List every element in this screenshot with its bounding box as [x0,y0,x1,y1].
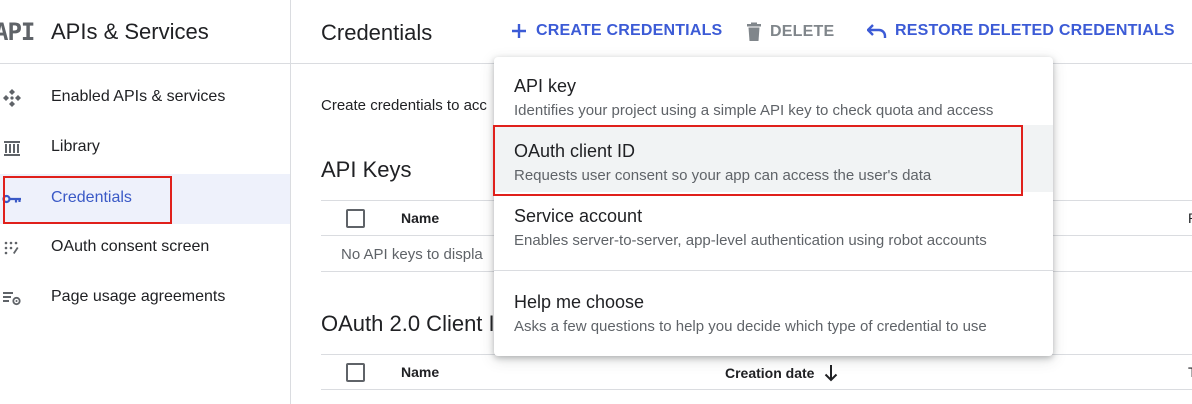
trash-icon [747,22,761,41]
create-credentials-menu: API key Identifies your project using a … [494,57,1053,356]
sidebar-item-enabled-apis[interactable]: Enabled APIs & services [0,73,290,123]
menu-item-description: Enables server-to-server, app-level auth… [514,232,987,249]
select-all-checkbox[interactable] [346,209,365,228]
sidebar-title: APIs & Services [51,19,209,44]
menu-item-service-account[interactable]: Service account Enables server-to-server… [494,192,1053,270]
create-credentials-label: CREATE CREDENTIALS [536,22,723,39]
consent-icon [4,241,19,255]
sidebar-item-oauth-consent[interactable]: OAuth consent screen [0,223,290,273]
restore-deleted-label: RESTORE DELETED CREDENTIALS [895,22,1175,39]
plus-icon [512,24,526,38]
menu-item-description: Asks a few questions to help you decide … [514,318,987,335]
sidebar-item-label: Page usage agreements [51,288,226,305]
column-creation-date[interactable]: Creation date [725,364,838,382]
menu-item-title: Service account [514,206,643,226]
menu-item-title: Help me choose [514,292,645,312]
highlight-box-credentials [3,176,172,224]
sidebar-item-label: Library [51,138,100,155]
create-credentials-button[interactable]: CREATE CREDENTIALS [510,22,722,40]
sidebar-item-library[interactable]: Library [0,123,290,173]
column-type[interactable]: T [1188,364,1192,380]
menu-item-help-me-choose[interactable]: Help me choose Asks a few questions to h… [494,271,1053,356]
sidebar-item-label: Enabled APIs & services [51,88,226,105]
library-icon [4,141,20,156]
restore-deleted-button[interactable]: RESTORE DELETED CREDENTIALS [867,22,1175,40]
intro-text: Create credentials to acc [321,97,487,114]
column-restrictions[interactable]: R [1188,210,1192,226]
sidebar-item-label: OAuth consent screen [51,238,210,255]
oauth-table-header: Name Creation date T [321,354,1192,390]
page-title: Credentials [321,20,433,45]
enabled-apis-icon [3,89,21,107]
sidebar-header: API APIs & Services [0,0,290,64]
menu-item-description: Identifies your project using a simple A… [514,102,994,119]
sort-down-arrow-icon [825,365,838,382]
column-name[interactable]: Name [401,364,439,380]
oauth-heading: OAuth 2.0 Client I [321,311,495,336]
menu-item-api-key[interactable]: API key Identifies your project using a … [494,57,1053,125]
column-creation-date-label: Creation date [725,365,815,381]
menu-item-title: API key [514,76,577,96]
column-name[interactable]: Name [401,210,439,226]
toolbar: Credentials CREATE CREDENTIALS DELETE RE… [291,0,1192,64]
highlight-box-oauth-client-id [493,125,1023,196]
api-keys-heading: API Keys [321,157,412,182]
sidebar-item-page-usage[interactable]: Page usage agreements [0,273,290,323]
api-logo: API [0,18,35,46]
select-all-checkbox[interactable] [346,363,365,382]
api-keys-empty-text: No API keys to displa [341,246,483,263]
undo-icon [867,24,887,38]
delete-label: DELETE [770,23,835,40]
settings-list-icon [3,292,21,306]
delete-button[interactable]: DELETE [746,22,834,42]
